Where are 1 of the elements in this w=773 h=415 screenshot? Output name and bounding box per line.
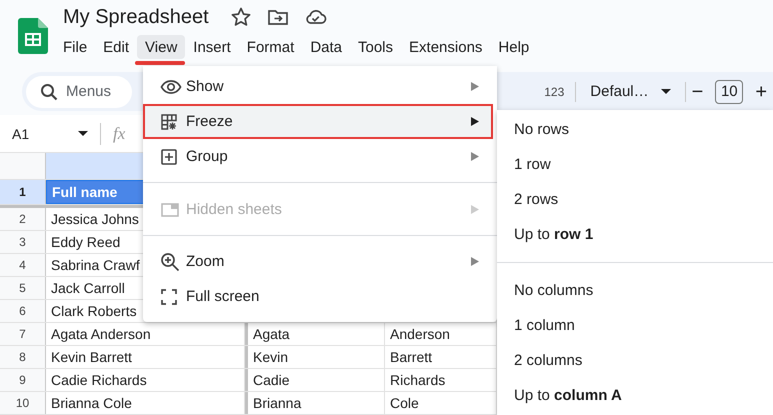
function-label: fx [113, 124, 126, 144]
